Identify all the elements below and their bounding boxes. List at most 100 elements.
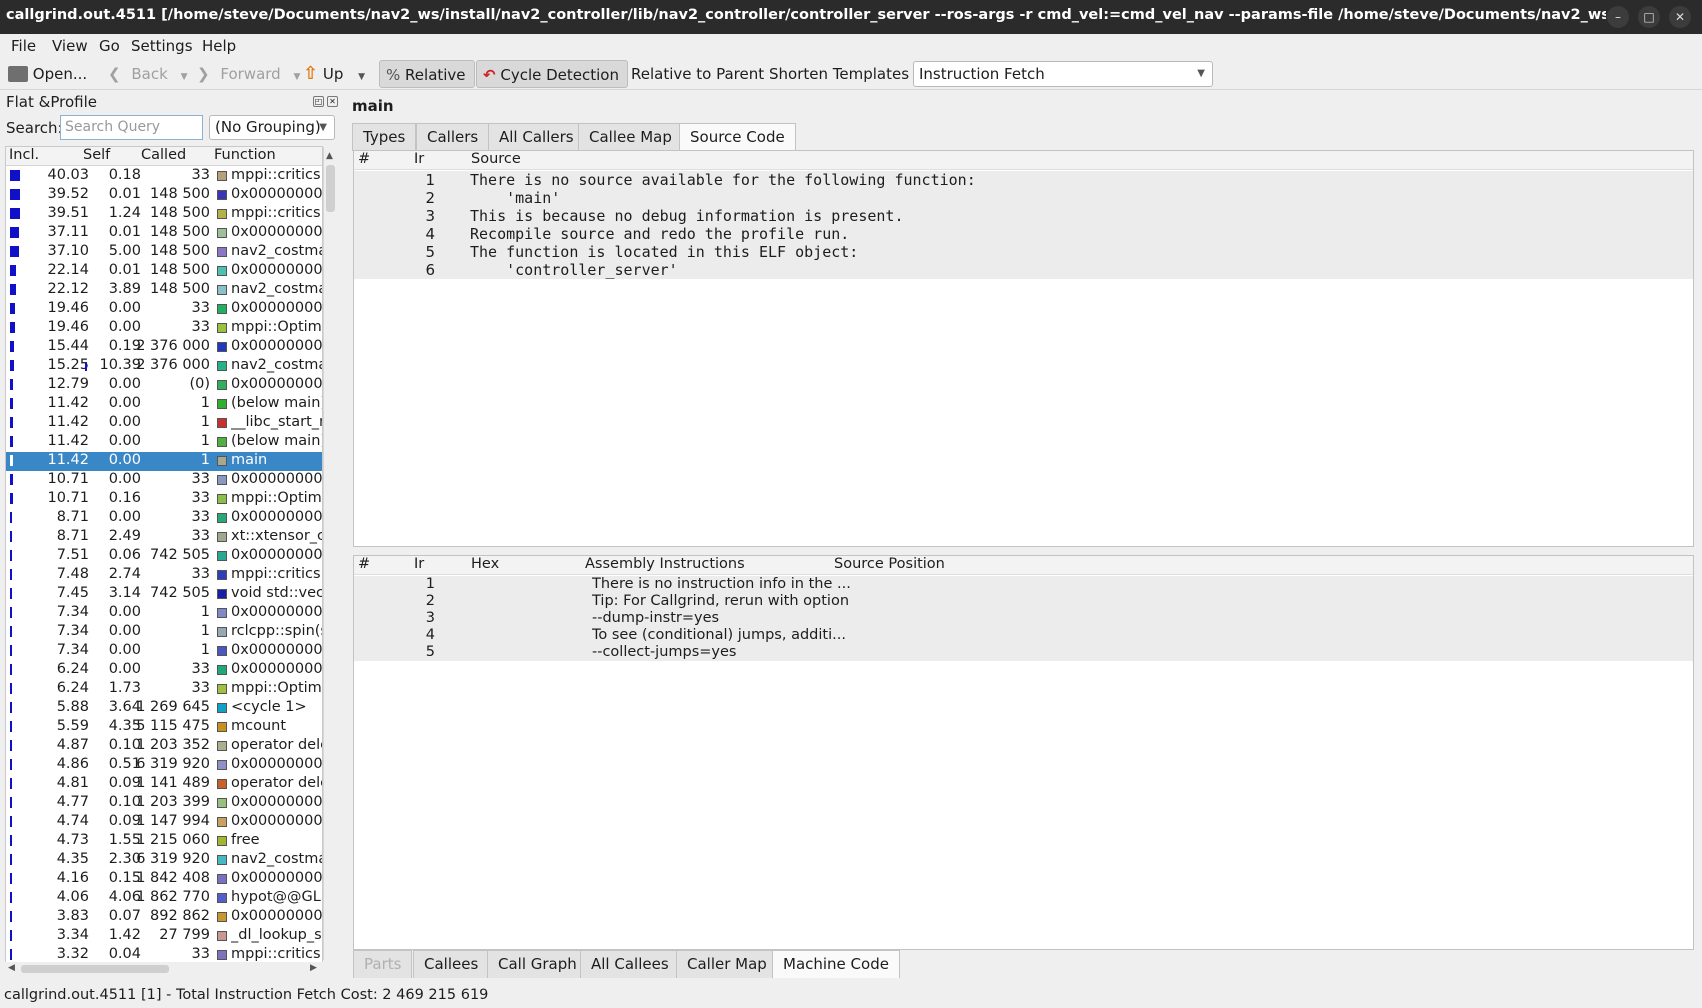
assembly-line[interactable]: 1 There is no instruction info in the ... xyxy=(354,576,1693,593)
asm-col-hex[interactable]: Hex xyxy=(471,556,499,572)
table-row[interactable]: 7.34 0.00 1 rclcpp::spin(st xyxy=(6,623,322,642)
table-row[interactable]: 7.45 3.14 742 505 void std::vecto xyxy=(6,585,322,604)
table-row[interactable]: 4.77 0.10 1 203 399 0x000000000 xyxy=(6,794,322,813)
scroll-left-icon[interactable]: ◀ xyxy=(8,963,15,973)
scroll-thumb[interactable] xyxy=(326,165,335,212)
table-row[interactable]: 11.42 0.00 1 main xyxy=(6,452,322,471)
function-list[interactable]: Incl. Self Called Function 40.03 0.18 33 mp… xyxy=(5,146,323,976)
cycle-detection-toggle[interactable]: ↶ Cycle Detection xyxy=(476,60,628,88)
table-row[interactable]: 3.83 0.07 892 862 0x000000000 xyxy=(6,908,322,927)
close-panel-icon[interactable]: ✕ xyxy=(327,96,338,107)
tab-types[interactable]: Types xyxy=(352,123,417,151)
scroll-up-icon[interactable]: ▲ xyxy=(326,151,333,161)
table-row[interactable]: 12.79 0.00 (0) 0x000000000 xyxy=(6,376,322,395)
source-line[interactable]: 5 The function is located in this ELF obj… xyxy=(354,243,1693,261)
menu-view[interactable]: View xyxy=(52,37,88,55)
column-function[interactable]: Function xyxy=(214,147,276,163)
table-row[interactable]: 10.71 0.16 33 mppi::Optimiz xyxy=(6,490,322,509)
column-incl[interactable]: Incl. xyxy=(9,147,39,163)
source-col-ir[interactable]: Ir xyxy=(414,151,424,167)
hscroll-thumb[interactable] xyxy=(21,965,169,973)
assembly-line[interactable]: 3 --dump-instr=yes xyxy=(354,610,1693,627)
table-row[interactable]: 4.86 0.51 6 319 920 0x000000000 xyxy=(6,756,322,775)
asm-col-number[interactable]: # xyxy=(358,556,370,572)
event-type-select[interactable]: Instruction Fetch ▼ xyxy=(913,61,1213,87)
shorten-templates-toggle[interactable]: Shorten Templates xyxy=(769,60,909,88)
search-input[interactable]: Search Query xyxy=(60,115,203,140)
menu-file[interactable]: File xyxy=(11,37,36,55)
table-row[interactable]: 19.46 0.00 33 mppi::Optimiz xyxy=(6,319,322,338)
scroll-right-icon[interactable]: ▶ xyxy=(310,963,317,973)
source-col-number[interactable]: # xyxy=(358,151,370,167)
table-row[interactable]: 7.48 2.74 33 mppi::critics::P xyxy=(6,566,322,585)
menu-settings[interactable]: Settings xyxy=(131,37,193,55)
table-row[interactable]: 15.44 0.19 2 376 000 0x000000000 xyxy=(6,338,322,357)
table-row[interactable]: 4.73 1.55 1 215 060 free xyxy=(6,832,322,851)
tab-all-callees[interactable]: All Callees xyxy=(580,950,680,978)
table-row[interactable]: 10.71 0.00 33 0x000000002 xyxy=(6,471,322,490)
tab-source-code[interactable]: Source Code xyxy=(679,123,796,151)
relative-to-parent-toggle[interactable]: Relative to Parent xyxy=(631,60,764,88)
table-row[interactable]: 5.59 4.35 5 115 475 mcount xyxy=(6,718,322,737)
table-row[interactable]: 4.16 0.15 1 842 408 0x000000000 xyxy=(6,870,322,889)
table-row[interactable]: 40.03 0.18 33 mppi::critics::C xyxy=(6,167,322,186)
table-row[interactable]: 39.52 0.01 148 500 0x000000000 xyxy=(6,186,322,205)
grouping-select[interactable]: (No Grouping) ▼ xyxy=(209,115,335,140)
table-row[interactable]: 3.34 1.42 27 799 _dl_lookup_sy xyxy=(6,927,322,946)
source-line[interactable]: 6 'controller_server' xyxy=(354,261,1693,279)
source-code-panel[interactable]: # Ir Source 1 There is no source availabl… xyxy=(353,150,1694,547)
table-row[interactable]: 4.352.306 319 920nav2_costmap xyxy=(6,851,322,870)
function-list-vscrollbar[interactable]: ▲ xyxy=(323,147,337,960)
close-icon[interactable]: ✕ xyxy=(1669,6,1691,28)
relative-toggle[interactable]: % Relative xyxy=(379,60,475,88)
tab-machine-code[interactable]: Machine Code xyxy=(772,950,900,978)
table-row[interactable]: 37.10 5.00 148 500 nav2_costmap xyxy=(6,243,322,262)
column-called[interactable]: Called xyxy=(141,147,186,163)
tab-parts[interactable]: Parts xyxy=(353,950,413,978)
table-row[interactable]: 6.24 0.00 33 0x000000002 xyxy=(6,661,322,680)
source-line[interactable]: 1 There is no source available for the fo… xyxy=(354,171,1693,189)
table-row[interactable]: 4.74 0.09 1 147 994 0x000000000 xyxy=(6,813,322,832)
source-line[interactable]: 4 Recompile source and redo the profile r… xyxy=(354,225,1693,243)
float-icon[interactable]: ◰ xyxy=(313,96,324,107)
open-button[interactable]: Open... xyxy=(8,60,87,88)
table-row[interactable]: 11.42 0.00 1 (below main) xyxy=(6,433,322,452)
table-row[interactable]: 4.87 0.10 1 203 352 operator dele xyxy=(6,737,322,756)
back-button[interactable]: ❮ Back ▼ xyxy=(108,60,187,88)
asm-col-ir[interactable]: Ir xyxy=(414,556,424,572)
source-col-source[interactable]: Source xyxy=(471,151,521,167)
tab-call-graph[interactable]: Call Graph xyxy=(487,950,588,978)
table-row[interactable]: 5.88 3.64 1 269 645 <cycle 1> xyxy=(6,699,322,718)
table-row[interactable]: 6.24 1.73 33 mppi::Optimiz xyxy=(6,680,322,699)
source-line[interactable]: 3 This is because no debug information is… xyxy=(354,207,1693,225)
table-row[interactable]: 19.46 0.00 33 0x000000002 xyxy=(6,300,322,319)
tab-all-callers[interactable]: All Callers xyxy=(488,123,585,151)
table-row[interactable]: 22.14 0.01 148 500 0x000000000 xyxy=(6,262,322,281)
asm-col-source-position[interactable]: Source Position xyxy=(834,556,945,572)
forward-button[interactable]: ❯ Forward ▼ xyxy=(197,60,300,88)
column-self[interactable]: Self xyxy=(83,147,110,163)
table-row[interactable]: 22.12 3.89 148 500 nav2_costmap xyxy=(6,281,322,300)
asm-col-instructions[interactable]: Assembly Instructions xyxy=(585,556,745,572)
table-row[interactable]: 4.064.061 862 770hypot@@GLIB xyxy=(6,889,322,908)
tab-callers[interactable]: Callers xyxy=(416,123,490,151)
table-row[interactable]: 7.34 0.00 1 0x000000000 xyxy=(6,604,322,623)
table-row[interactable]: 11.42 0.00 1 __libc_start_m xyxy=(6,414,322,433)
table-row[interactable]: 11.42 0.00 1 (below main) xyxy=(6,395,322,414)
assembly-line[interactable]: 2 Tip: For Callgrind, rerun with option xyxy=(354,593,1693,610)
tab-caller-map[interactable]: Caller Map xyxy=(676,950,778,978)
machine-code-panel[interactable]: # Ir Hex Assembly Instructions Source Po… xyxy=(353,555,1694,950)
tab-callee-map[interactable]: Callee Map xyxy=(578,123,683,151)
up-button[interactable]: ⇧ Up ▼ xyxy=(303,60,365,88)
table-row[interactable]: 4.81 0.09 1 141 489 operator dele xyxy=(6,775,322,794)
assembly-line[interactable]: 4 To see (conditional) jumps, additi... xyxy=(354,627,1693,644)
table-row[interactable]: 39.51 1.24 148 500 mppi::critics::C xyxy=(6,205,322,224)
assembly-line[interactable]: 5 --collect-jumps=yes xyxy=(354,644,1693,661)
minimize-icon[interactable]: – xyxy=(1607,6,1629,28)
menu-help[interactable]: Help xyxy=(202,37,236,55)
table-row[interactable]: 37.11 0.01 148 500 0x000000000 xyxy=(6,224,322,243)
tab-callees[interactable]: Callees xyxy=(413,950,490,978)
table-row[interactable]: 7.34 0.00 1 0x000000000 xyxy=(6,642,322,661)
maximize-icon[interactable]: □ xyxy=(1638,6,1660,28)
table-row[interactable]: 8.71 0.00 33 0x000000002 xyxy=(6,509,322,528)
